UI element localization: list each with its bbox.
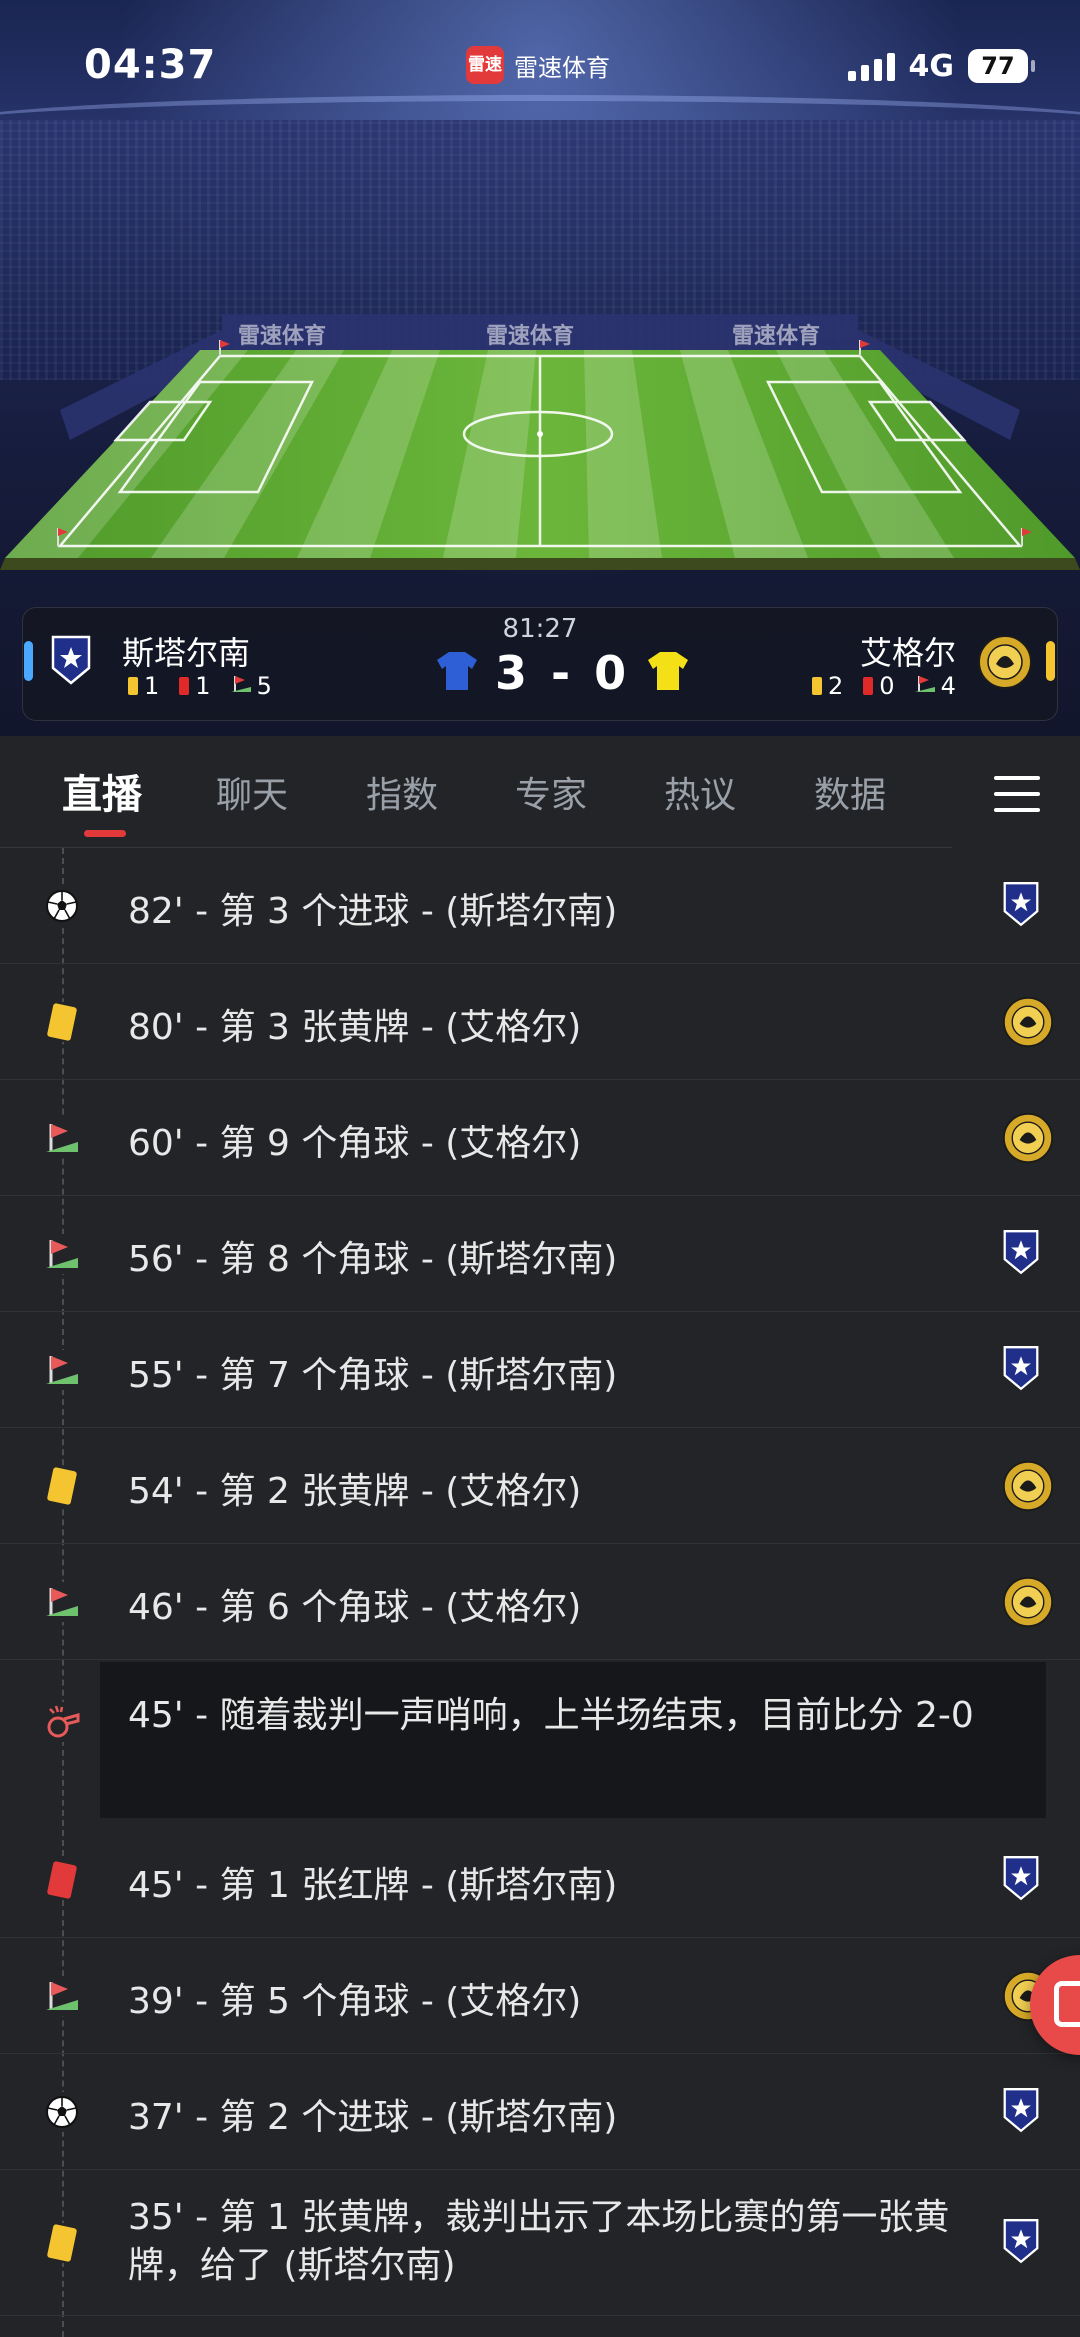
away-red-count: 0 <box>879 672 895 700</box>
menu-icon[interactable] <box>994 776 1040 814</box>
away-jersey-icon <box>646 650 690 696</box>
tab-data[interactable]: 数据 <box>814 766 886 818</box>
status-app[interactable]: 雷速 雷速体育 <box>466 46 610 84</box>
red-card-icon <box>863 677 874 695</box>
event-text: 60' - 第 9 个角球 - (艾格尔) <box>128 1123 582 1164</box>
event-row: 46' - 第 6 个角球 - (艾格尔) <box>0 1544 1080 1660</box>
red-card-icon <box>179 677 190 695</box>
away-team-name[interactable]: 艾格尔 <box>860 628 956 674</box>
signal-icon <box>847 51 895 81</box>
event-row: 45' - 第 1 张红牌 - (斯塔尔南) <box>0 1822 1080 1938</box>
event-row: 54' - 第 2 张黄牌 - (艾格尔) <box>0 1428 1080 1544</box>
corner-flag-icon <box>42 1582 82 1622</box>
app-logo-icon: 雷速 <box>466 46 504 84</box>
event-row: 55' - 第 7 个角球 - (斯塔尔南) <box>0 1312 1080 1428</box>
event-row: 37' - 第 2 个进球 - (斯塔尔南) <box>0 2054 1080 2170</box>
away-crest-icon <box>1002 1576 1054 1632</box>
event-text: 55' - 第 7 个角球 - (斯塔尔南) <box>128 1355 618 1396</box>
stadium-header: 雷速体育 雷速体育 雷速体育 04:37 雷速 雷速体育 4G 77 斯塔尔南 … <box>0 0 1080 736</box>
red-card-icon <box>42 1860 82 1900</box>
corner-flag-icon <box>914 672 935 700</box>
edit-icon <box>1054 1981 1080 2027</box>
home-crest-icon <box>1002 1344 1040 1396</box>
event-text: 80' - 第 3 张黄牌 - (艾格尔) <box>128 1007 582 1048</box>
away-team-stats: 2 0 4 <box>812 672 970 700</box>
event-row: 35' - 第 1 张黄牌，裁判出示了本场比赛的第一张黄牌，给了 (斯塔尔南) <box>0 2170 1080 2316</box>
tab-bar: 直播 聊天 指数 专家 热议 数据 <box>0 736 1080 848</box>
tab-discussion[interactable]: 热议 <box>664 766 736 818</box>
home-corner-count: 5 <box>256 672 272 700</box>
score: 3 - 0 <box>495 646 631 700</box>
corner-flag-icon <box>42 1118 82 1158</box>
battery-icon: 77 <box>968 49 1035 83</box>
home-crest-icon <box>1002 2217 1040 2269</box>
away-crest-icon <box>1002 1112 1054 1168</box>
corner-flag-icon <box>230 672 251 700</box>
away-yellow-count: 2 <box>828 672 844 700</box>
home-team-stats: 1 1 5 <box>128 672 286 700</box>
home-indicator <box>24 641 33 681</box>
away-crest-icon <box>1002 996 1054 1052</box>
event-text: 45' - 第 1 张红牌 - (斯塔尔南) <box>128 1865 618 1906</box>
event-text: 56' - 第 8 个角球 - (斯塔尔南) <box>128 1239 618 1280</box>
event-timeline: 82' - 第 3 个进球 - (斯塔尔南) 80' - 第 3 张黄牌 - (艾… <box>0 848 1080 2337</box>
soccer-ball-icon <box>42 886 82 926</box>
yellow-card-icon <box>128 677 138 695</box>
event-text: 39' - 第 5 个角球 - (艾格尔) <box>128 1981 582 2022</box>
away-crest-icon[interactable] <box>977 634 1033 694</box>
away-crest-icon <box>1002 1460 1054 1516</box>
soccer-ball-icon <box>42 2092 82 2132</box>
event-text: 35' - 第 1 张黄牌，裁判出示了本场比赛的第一张黄牌，给了 (斯塔尔南) <box>128 2197 950 2286</box>
event-text: 46' - 第 6 个角球 - (艾格尔) <box>128 1587 582 1628</box>
event-row: 56' - 第 8 个角球 - (斯塔尔南) <box>0 1196 1080 1312</box>
whistle-icon <box>42 1702 82 1742</box>
event-row: 45' - 随着裁判一声哨响，上半场结束，目前比分 2-0 <box>0 1660 1080 1822</box>
event-row: 60' - 第 9 个角球 - (艾格尔) <box>0 1080 1080 1196</box>
corner-flag-icon <box>42 1234 82 1274</box>
ad-board-text-3: 雷速体育 <box>732 324 821 349</box>
event-text: 45' - 随着裁判一声哨响，上半场结束，目前比分 2-0 <box>128 1695 974 1736</box>
event-row: 39' - 第 5 个角球 - (艾格尔) <box>0 1938 1080 2054</box>
home-yellow-count: 1 <box>144 672 160 700</box>
app-root: 雷速体育 雷速体育 雷速体育 04:37 雷速 雷速体育 4G 77 斯塔尔南 … <box>0 0 1080 2337</box>
event-row: 80' - 第 3 张黄牌 - (艾格尔) <box>0 964 1080 1080</box>
event-text: 82' - 第 3 个进球 - (斯塔尔南) <box>128 891 618 932</box>
home-crest-icon <box>1002 1228 1040 1280</box>
network-type: 4G <box>908 48 955 84</box>
home-crest-icon <box>1002 880 1040 932</box>
yellow-card-icon <box>812 677 822 695</box>
home-jersey-icon <box>435 650 479 696</box>
away-corner-count: 4 <box>940 672 956 700</box>
status-bar: 04:37 雷速 雷速体育 4G 77 <box>0 0 1080 135</box>
tab-live[interactable]: 直播 <box>62 762 142 820</box>
yellow-card-icon <box>42 2223 82 2263</box>
tab-chat[interactable]: 聊天 <box>216 766 288 818</box>
home-crest-icon <box>1002 1854 1040 1906</box>
ad-board-text-2: 雷速体育 <box>486 324 575 349</box>
status-app-name: 雷速体育 <box>514 53 610 82</box>
yellow-card-icon <box>42 1002 82 1042</box>
tab-odds[interactable]: 指数 <box>366 766 438 818</box>
corner-flag-icon <box>42 1976 82 2016</box>
ad-board-text-1: 雷速体育 <box>238 324 327 349</box>
score-line: 3 - 0 <box>435 646 690 700</box>
event-row: 82' - 第 3 个进球 - (斯塔尔南) <box>0 848 1080 964</box>
event-text: 54' - 第 2 张黄牌 - (艾格尔) <box>128 1471 582 1512</box>
corner-flag-icon <box>42 1350 82 1390</box>
away-indicator <box>1046 641 1055 681</box>
home-crest-icon <box>1002 2086 1040 2138</box>
active-tab-indicator <box>84 830 126 837</box>
status-time: 04:37 <box>84 42 217 88</box>
event-highlight-bg <box>100 1662 1046 1818</box>
home-red-count: 1 <box>195 672 211 700</box>
yellow-card-icon <box>42 1466 82 1506</box>
status-indicators: 4G 77 <box>847 46 1035 86</box>
event-text: 37' - 第 2 个进球 - (斯塔尔南) <box>128 2097 618 2138</box>
tab-experts[interactable]: 专家 <box>515 766 587 818</box>
